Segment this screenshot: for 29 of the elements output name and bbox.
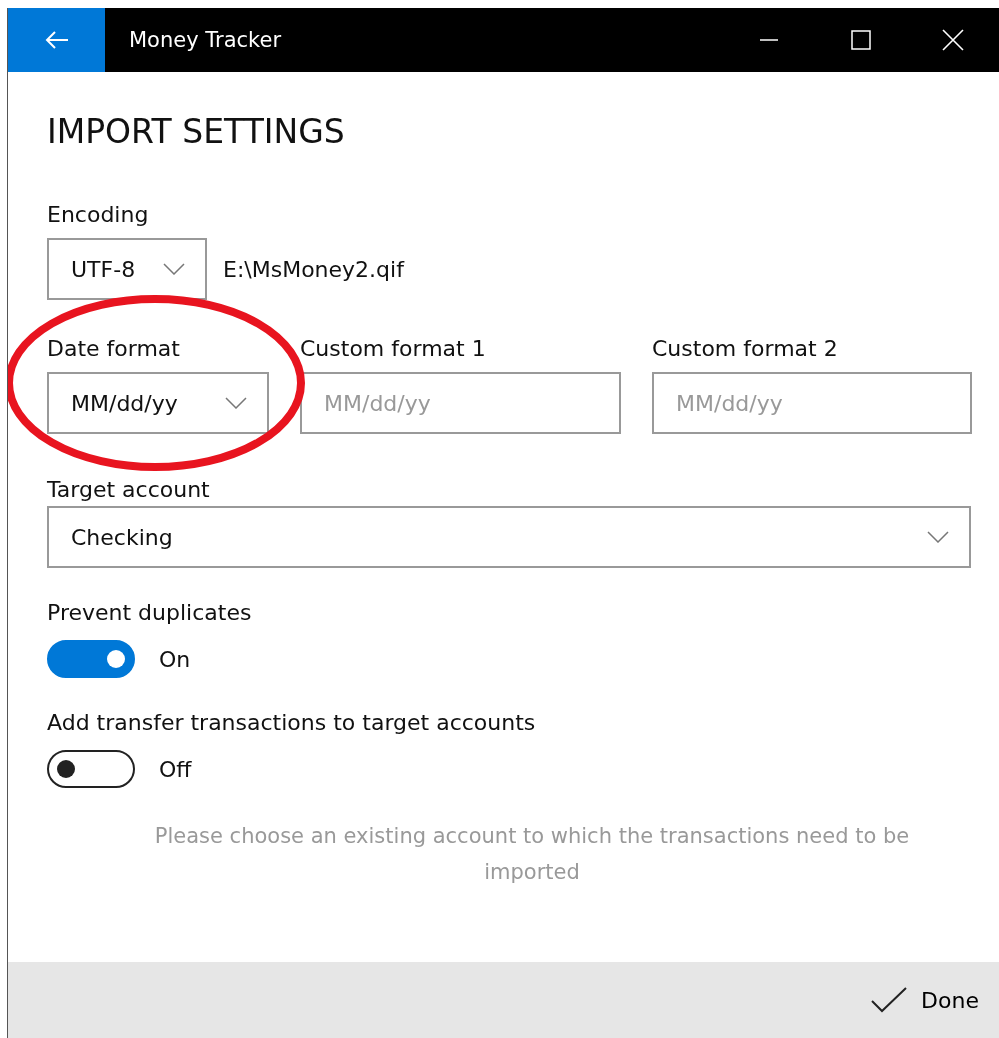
toggle-label: Prevent duplicates	[47, 599, 253, 627]
maximize-icon	[851, 30, 871, 50]
chevron-down-icon	[927, 531, 949, 543]
toggle-label: Add transfer transactions to target accounts	[47, 709, 537, 737]
field-label: Target account	[47, 478, 210, 502]
encoding-dropdown[interactable]: UTF-8	[47, 238, 207, 300]
back-arrow-icon	[44, 30, 69, 50]
toggle-switch[interactable]	[47, 640, 135, 678]
field-label: Custom format 2	[652, 335, 839, 363]
done-button[interactable]: Done	[865, 981, 985, 1019]
hint-message: Please choose an existing account to which the transactions need to be imported	[153, 823, 911, 886]
minimize-icon	[759, 39, 779, 41]
field-label: Custom format 1	[300, 335, 487, 363]
field-label: Date format	[47, 335, 181, 363]
file-path: E:\MsMoney2.qif	[223, 256, 404, 282]
toggle-state: Off	[159, 756, 192, 782]
field-label: Encoding	[47, 201, 150, 229]
target-account-dropdown[interactable]: Checking	[47, 506, 971, 568]
date-format-dropdown[interactable]: MM/dd/yy	[47, 372, 269, 434]
custom-format-field[interactable]: MM/dd/yy	[652, 372, 972, 434]
chevron-down-icon	[163, 263, 185, 275]
custom-format-field[interactable]: MM/dd/yy	[300, 372, 621, 434]
toggle-switch[interactable]	[47, 750, 135, 788]
toggle-state: On	[159, 646, 191, 672]
window-title: Money Tracker	[129, 28, 283, 52]
page-title: IMPORT SETTINGS	[47, 112, 346, 152]
checkmark-icon	[871, 987, 908, 1013]
close-icon	[942, 29, 964, 51]
chevron-down-icon	[225, 397, 247, 409]
